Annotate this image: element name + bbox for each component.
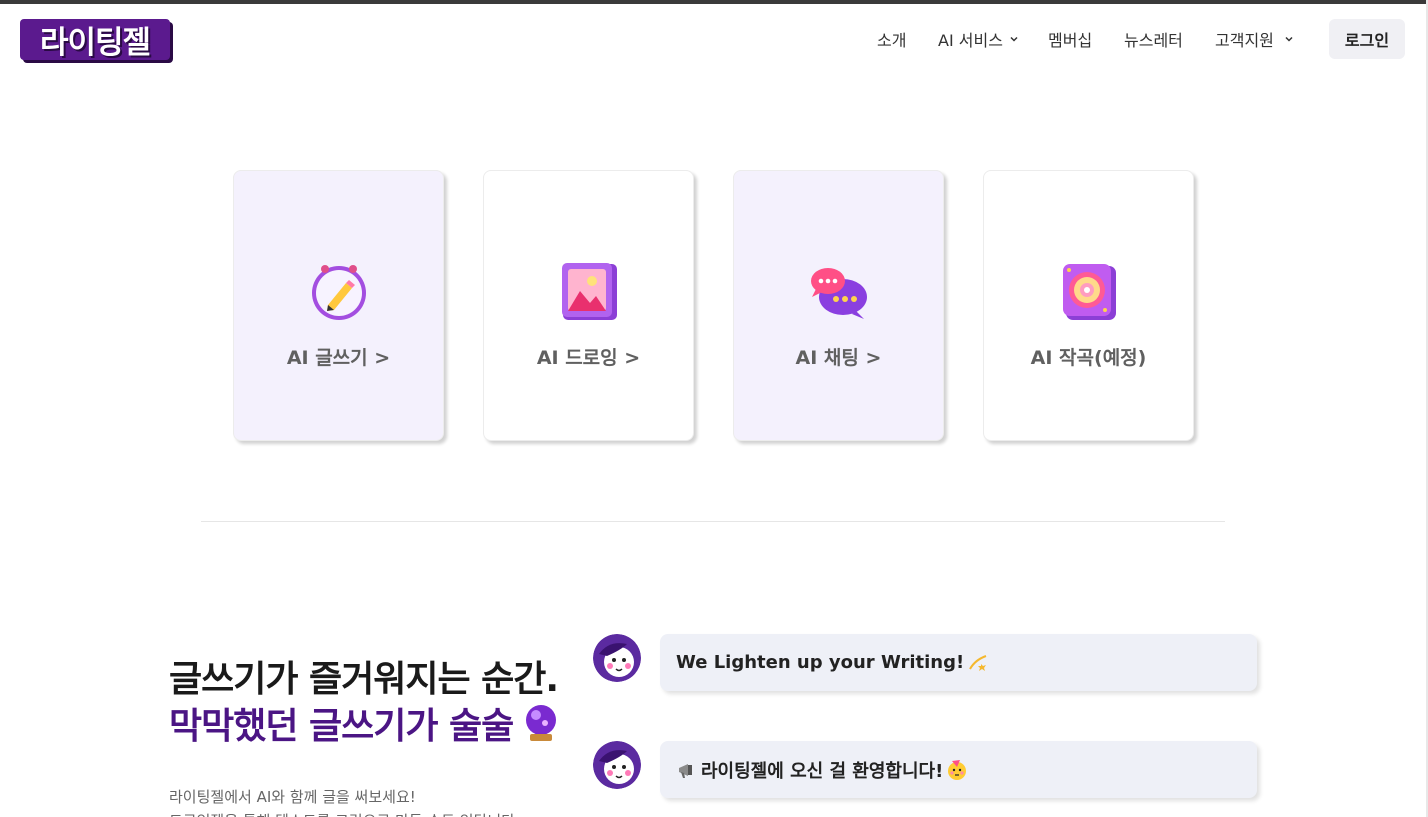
top-border xyxy=(0,0,1428,4)
service-card-label: AI 드로잉 > xyxy=(536,347,641,369)
nav-label: 뉴스레터 xyxy=(1124,31,1183,50)
nav-label: AI 서비스 xyxy=(938,31,1003,50)
picture-frame-icon xyxy=(561,263,617,320)
mascot-avatar xyxy=(593,634,641,682)
hero-heading-line2: 막막했던 글쓰기가 술술 xyxy=(169,697,559,749)
pencil-clock-icon xyxy=(311,265,366,320)
crystal-ball-icon xyxy=(526,705,557,741)
service-card-label: AI 채팅 > xyxy=(795,347,882,369)
hero-description: 라이팅젤에서 AI와 함께 글을 써보세요! 드로잉젤을 통해 텍스트를 그림으… xyxy=(169,785,520,817)
logo[interactable]: 라이팅젤 xyxy=(20,19,170,61)
service-card-label: AI 작곡(예정) xyxy=(1030,347,1147,369)
service-card-compose[interactable]: AI 작곡(예정) xyxy=(983,170,1194,441)
nav-label: 소개 xyxy=(877,31,907,50)
service-card-writing[interactable]: AI 글쓰기 > xyxy=(233,170,444,441)
logo-text: 라이팅젤 xyxy=(39,25,151,61)
login-button[interactable]: 로그인 xyxy=(1329,19,1405,59)
hero-heading-line1: 글쓰기가 즐거워지는 순간. xyxy=(169,659,559,700)
chat-bubble: We Lighten up your Writing! xyxy=(660,634,1257,691)
section-divider xyxy=(201,521,1225,522)
nav-item-intro[interactable]: 소개 xyxy=(877,27,906,51)
hero-description-line: 드로잉젤을 통해 텍스트를 그림으로 만들 수도 있답니다. xyxy=(169,809,520,817)
service-card-drawing[interactable]: AI 드로잉 > xyxy=(483,170,694,441)
chat-bubble: 라이팅젤에 오신 걸 환영합니다! xyxy=(660,741,1257,798)
chevron-down-icon xyxy=(1010,36,1018,42)
dizzy-star-icon xyxy=(969,654,987,671)
nav-item-membership[interactable]: 멤버십 xyxy=(1048,27,1092,51)
megaphone-icon xyxy=(679,763,692,778)
service-card-chat[interactable]: AI 채팅 > xyxy=(733,170,944,441)
nav-label: 고객지원 xyxy=(1215,31,1274,50)
party-face-icon xyxy=(948,759,967,780)
chat-bubble-text: 라이팅젤에 오신 걸 환영합니다! xyxy=(701,760,944,782)
nav-item-ai-services[interactable]: AI 서비스 xyxy=(938,27,1019,51)
nav-item-newsletter[interactable]: 뉴스레터 xyxy=(1124,27,1183,51)
hero-description-line: 라이팅젤에서 AI와 함께 글을 써보세요! xyxy=(169,788,416,806)
hero-heading-line2-text: 막막했던 글쓰기가 술술 xyxy=(169,706,514,747)
speaker-icon xyxy=(1062,264,1116,320)
chat-bubble-text: We Lighten up your Writing! xyxy=(676,652,965,673)
service-card-label: AI 글쓰기 > xyxy=(286,347,391,369)
nav-item-support[interactable]: 고객지원 xyxy=(1215,27,1294,51)
chat-bubbles-icon xyxy=(810,268,867,319)
mascot-avatar xyxy=(593,741,641,789)
nav-label: 멤버십 xyxy=(1048,31,1093,50)
chevron-down-icon xyxy=(1285,36,1293,42)
